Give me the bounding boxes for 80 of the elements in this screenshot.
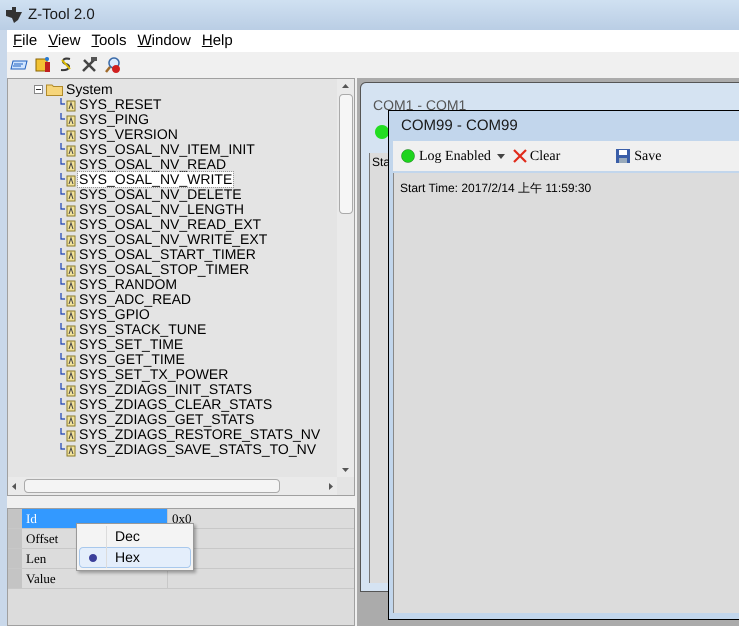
command-icon bbox=[60, 248, 76, 262]
tree-item[interactable]: SYS_SET_TIME bbox=[78, 337, 184, 352]
scroll-left-icon[interactable] bbox=[12, 482, 16, 490]
tree-item[interactable]: SYS_OSAL_NV_DELETE bbox=[78, 187, 243, 202]
command-icon bbox=[60, 188, 76, 202]
logo-icon bbox=[4, 6, 24, 24]
command-icon bbox=[60, 262, 76, 276]
tree-item[interactable]: SYS_RESET bbox=[78, 97, 162, 112]
command-icon bbox=[60, 308, 76, 322]
tree-item[interactable]: SYS_ZDIAGS_SAVE_STATS_TO_NV bbox=[78, 442, 318, 457]
command-icon bbox=[60, 428, 76, 442]
command-icon bbox=[60, 412, 76, 426]
horizontal-scrollbar[interactable] bbox=[8, 477, 337, 495]
command-icon bbox=[60, 112, 76, 126]
command-icon bbox=[60, 158, 76, 172]
command-icon bbox=[60, 202, 76, 216]
status-dot-icon bbox=[375, 125, 389, 139]
tree-item[interactable]: SYS_OSAL_NV_WRITE bbox=[78, 172, 234, 187]
command-icon bbox=[60, 442, 76, 456]
tree-item[interactable]: SYS_OSAL_NV_READ bbox=[78, 157, 228, 172]
tree-item[interactable]: SYS_OSAL_NV_ITEM_INIT bbox=[78, 142, 256, 157]
tree-item[interactable]: SYS_ADC_READ bbox=[78, 292, 192, 307]
tree-item[interactable]: SYS_OSAL_NV_WRITE_EXT bbox=[78, 232, 268, 247]
tree-node[interactable]: System bbox=[66, 82, 113, 96]
menu-item[interactable]: View bbox=[48, 30, 80, 52]
child-window-title: COM1 - COM1 bbox=[373, 96, 466, 115]
menu-option[interactable]: Hex bbox=[79, 547, 191, 568]
menu-item[interactable]: Tools bbox=[91, 30, 126, 52]
tree-item[interactable]: SYS_GET_TIME bbox=[78, 352, 186, 367]
dropdown-arrow-icon[interactable] bbox=[496, 154, 505, 158]
tree-item[interactable]: SYS_OSAL_STOP_TIMER bbox=[78, 262, 250, 277]
tree-item[interactable]: SYS_PING bbox=[78, 112, 150, 127]
tree-item[interactable]: SYS_GPIO bbox=[78, 307, 151, 322]
save-button[interactable]: Save bbox=[616, 146, 662, 166]
command-icon bbox=[60, 382, 76, 396]
menu-item[interactable]: File bbox=[13, 30, 38, 52]
scroll-up-icon[interactable] bbox=[342, 84, 349, 88]
vertical-scrollbar[interactable] bbox=[337, 79, 354, 477]
collapse-toggle-icon[interactable] bbox=[34, 84, 43, 94]
tree-item[interactable]: SYS_OSAL_START_TIMER bbox=[78, 247, 257, 262]
command-icon bbox=[60, 322, 76, 336]
command-icon bbox=[60, 98, 76, 112]
command-icon bbox=[60, 232, 76, 246]
scroll-right-icon[interactable] bbox=[329, 482, 333, 490]
folder-icon bbox=[46, 82, 63, 96]
scroll-down-icon[interactable] bbox=[342, 468, 349, 472]
log-text: Start Time: 2017/2/14 上午 11:59:30 bbox=[400, 181, 592, 195]
window-title: Z-Tool 2.0 bbox=[28, 4, 95, 25]
log-toggle-button[interactable]: Log Enabled bbox=[401, 146, 491, 166]
command-icon bbox=[60, 292, 76, 306]
scroll-thumb[interactable] bbox=[338, 94, 352, 214]
command-icon bbox=[60, 368, 76, 382]
tree-item[interactable]: SYS_SET_TX_POWER bbox=[78, 367, 230, 382]
child-window-title: COM99 - COM99 bbox=[400, 116, 519, 136]
tools-icon[interactable] bbox=[80, 56, 98, 74]
command-icon bbox=[60, 218, 76, 232]
tree-item[interactable]: SYS_ZDIAGS_GET_STATS bbox=[78, 412, 256, 427]
close-icon bbox=[512, 149, 527, 163]
command-icon bbox=[60, 398, 76, 412]
search-icon[interactable] bbox=[104, 56, 122, 74]
menu-item[interactable]: Help bbox=[202, 30, 233, 52]
command-icon bbox=[60, 128, 76, 142]
tree-item[interactable]: SYS_ZDIAGS_RESTORE_STATS_NV bbox=[78, 427, 322, 442]
command-icon bbox=[60, 278, 76, 292]
command-icon bbox=[60, 172, 76, 186]
tree-item[interactable]: SYS_ZDIAGS_CLEAR_STATS bbox=[78, 397, 274, 412]
tree-item[interactable]: SYS_OSAL_NV_LENGTH bbox=[78, 202, 245, 217]
command-icon bbox=[60, 338, 76, 352]
tree-item[interactable]: SYS_VERSION bbox=[78, 127, 179, 142]
menu-item[interactable]: Window bbox=[137, 30, 191, 52]
device-icon[interactable] bbox=[34, 56, 52, 74]
scroll-thumb[interactable] bbox=[24, 479, 280, 493]
command-icon bbox=[60, 142, 76, 156]
tree-item[interactable]: SYS_OSAL_NV_READ_EXT bbox=[78, 217, 262, 232]
tree-item[interactable]: SYS_ZDIAGS_INIT_STATS bbox=[78, 382, 253, 397]
tree-item[interactable]: SYS_STACK_TUNE bbox=[78, 322, 208, 337]
clear-button[interactable]: Clear bbox=[512, 146, 560, 166]
tree-item[interactable]: SYS_RANDOM bbox=[78, 277, 178, 292]
command-icon bbox=[60, 352, 76, 366]
card-icon[interactable] bbox=[10, 58, 28, 72]
